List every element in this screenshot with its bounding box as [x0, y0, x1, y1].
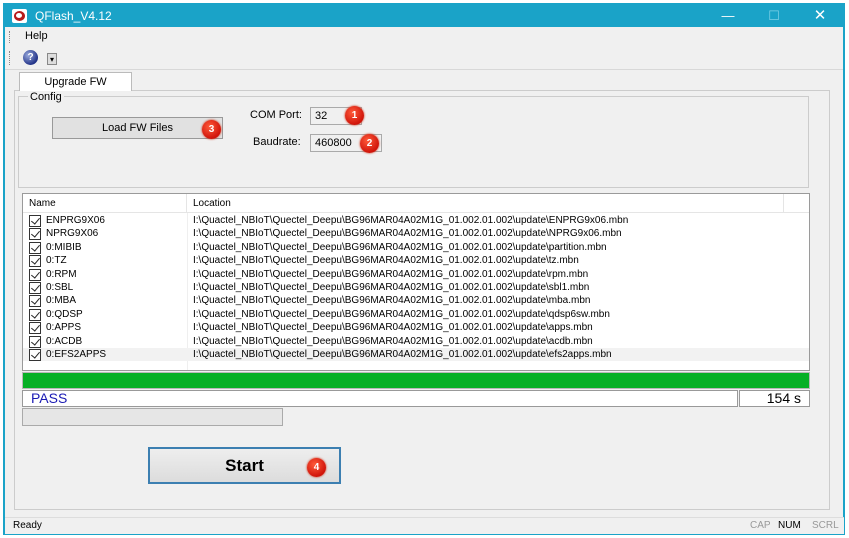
row-location: I:\Quactel_NBIoT\Quectel_Deepu\BG96MAR04…: [193, 322, 593, 334]
list-header: Name Location: [23, 194, 809, 213]
column-header-location[interactable]: Location: [187, 194, 784, 213]
status-ready: Ready: [13, 520, 42, 531]
row-checkbox[interactable]: [29, 335, 41, 348]
row-name: 0:SBL: [46, 281, 74, 293]
menu-bar: Help: [5, 27, 843, 47]
qflash-app-icon: [12, 9, 27, 23]
row-name: 0:MBA: [46, 295, 77, 307]
row-name: 0:ACDB: [46, 335, 83, 347]
config-group-label: Config: [28, 91, 64, 103]
list-item[interactable]: 0:SBL I:\Quactel_NBIoT\Quectel_Deepu\BG96…: [23, 281, 809, 294]
list-item[interactable]: NPRG9X06 I:\Quactel_NBIoT\Quectel_Deepu\B…: [23, 227, 809, 241]
row-name: NPRG9X06: [46, 228, 99, 240]
baudrate-label: Baudrate:: [253, 136, 301, 148]
row-checkbox[interactable]: [29, 255, 41, 268]
row-location: I:\Quactel_NBIoT\Quectel_Deepu\BG96MAR04…: [193, 215, 629, 226]
step-badge-1: 1: [345, 106, 364, 125]
row-checkbox[interactable]: [29, 308, 41, 321]
status-bar: Ready CAP NUM SCRL: [5, 517, 844, 534]
progress-fill: [23, 373, 809, 388]
minimize-button[interactable]: —: [705, 5, 751, 27]
row-location: I:\Quactel_NBIoT\Quectel_Deepu\BG96MAR04…: [193, 335, 593, 347]
maximize-button[interactable]: ☐: [751, 5, 797, 27]
step-badge-2: 2: [360, 134, 379, 153]
row-checkbox[interactable]: [29, 228, 41, 241]
list-item[interactable]: ENPRG9X06 I:\Quactel_NBIoT\Quectel_Deepu\…: [23, 214, 809, 227]
close-button[interactable]: ✕: [797, 5, 843, 27]
row-location: I:\Quactel_NBIoT\Quectel_Deepu\BG96MAR04…: [193, 228, 622, 240]
list-item[interactable]: 0:QDSP I:\Quactel_NBIoT\Quectel_Deepu\BG9…: [23, 308, 809, 321]
list-item[interactable]: 0:MBA I:\Quactel_NBIoT\Quectel_Deepu\BG96…: [23, 294, 809, 308]
row-location: I:\Quactel_NBIoT\Quectel_Deepu\BG96MAR04…: [193, 281, 590, 293]
list-item[interactable]: 0:EFS2APPS I:\Quactel_NBIoT\Quectel_Deepu…: [23, 347, 809, 362]
tab-upgrade-fw[interactable]: Upgrade FW: [19, 72, 132, 91]
scrl-indicator: SCRL: [812, 520, 839, 531]
row-name: 0:TZ: [46, 255, 67, 267]
row-name: ENPRG9X06: [46, 215, 105, 226]
help-button[interactable]: ?: [21, 49, 41, 67]
toolbar-divider: [5, 69, 843, 70]
row-location: I:\Quactel_NBIoT\Quectel_Deepu\BG96MAR04…: [193, 255, 579, 267]
secondary-progress-bar: [22, 408, 283, 426]
list-item[interactable]: 0:MIBIB I:\Quactel_NBIoT\Quectel_Deepu\BG…: [23, 241, 809, 254]
toolbar: ? ▾: [5, 47, 61, 69]
help-icon: ?: [23, 50, 38, 65]
row-name: 0:QDSP: [46, 308, 83, 320]
row-checkbox[interactable]: [29, 241, 41, 254]
list-item[interactable]: 0:APPS I:\Quactel_NBIoT\Quectel_Deepu\BG9…: [23, 321, 809, 335]
list-item[interactable]: 0:TZ I:\Quactel_NBIoT\Quectel_Deepu\BG96M…: [23, 254, 809, 268]
row-name: 0:EFS2APPS: [46, 348, 107, 360]
row-checkbox[interactable]: [29, 215, 41, 227]
com-port-label: COM Port:: [250, 109, 302, 121]
row-checkbox[interactable]: [29, 348, 41, 361]
list-rows: ENPRG9X06 I:\Quactel_NBIoT\Quectel_Deepu\…: [23, 214, 809, 362]
menu-help[interactable]: Help: [25, 30, 48, 42]
row-location: I:\Quactel_NBIoT\Quectel_Deepu\BG96MAR04…: [193, 241, 607, 253]
load-fw-files-button[interactable]: Load FW Files: [52, 117, 223, 139]
firmware-file-list[interactable]: Name Location ENPRG9X06 I:\Quactel_NBIoT\…: [22, 193, 810, 371]
row-name: 0:RPM: [46, 268, 77, 280]
column-header-name[interactable]: Name: [23, 194, 187, 213]
result-status: PASS: [22, 390, 738, 407]
toolbar-grip: [9, 51, 11, 65]
step-badge-3: 3: [202, 120, 221, 139]
row-location: I:\Quactel_NBIoT\Quectel_Deepu\BG96MAR04…: [193, 268, 589, 280]
flash-progress-bar: [22, 372, 810, 389]
row-checkbox[interactable]: [29, 322, 41, 335]
row-name: 0:MIBIB: [46, 241, 82, 253]
list-item[interactable]: 0:RPM I:\Quactel_NBIoT\Quectel_Deepu\BG96…: [23, 268, 809, 281]
cap-indicator: CAP: [750, 520, 771, 531]
elapsed-time: 154 s: [739, 390, 810, 407]
row-name: 0:APPS: [46, 322, 82, 334]
row-checkbox[interactable]: [29, 281, 41, 294]
row-location: I:\Quactel_NBIoT\Quectel_Deepu\BG96MAR04…: [193, 348, 612, 360]
menu-grip: [9, 31, 11, 43]
row-checkbox[interactable]: [29, 268, 41, 281]
toolbar-overflow-button[interactable]: ▾: [47, 53, 57, 65]
num-indicator: NUM: [778, 520, 801, 531]
row-location: I:\Quactel_NBIoT\Quectel_Deepu\BG96MAR04…: [193, 308, 610, 320]
list-item[interactable]: 0:ACDB I:\Quactel_NBIoT\Quectel_Deepu\BG9…: [23, 335, 809, 348]
row-location: I:\Quactel_NBIoT\Quectel_Deepu\BG96MAR04…: [193, 295, 591, 307]
window-title: QFlash_V4.12: [35, 9, 112, 23]
row-checkbox[interactable]: [29, 295, 41, 308]
step-badge-4: 4: [307, 458, 326, 477]
config-groupbox: [18, 96, 809, 188]
title-bar[interactable]: QFlash_V4.12 — ☐ ✕: [5, 5, 843, 27]
